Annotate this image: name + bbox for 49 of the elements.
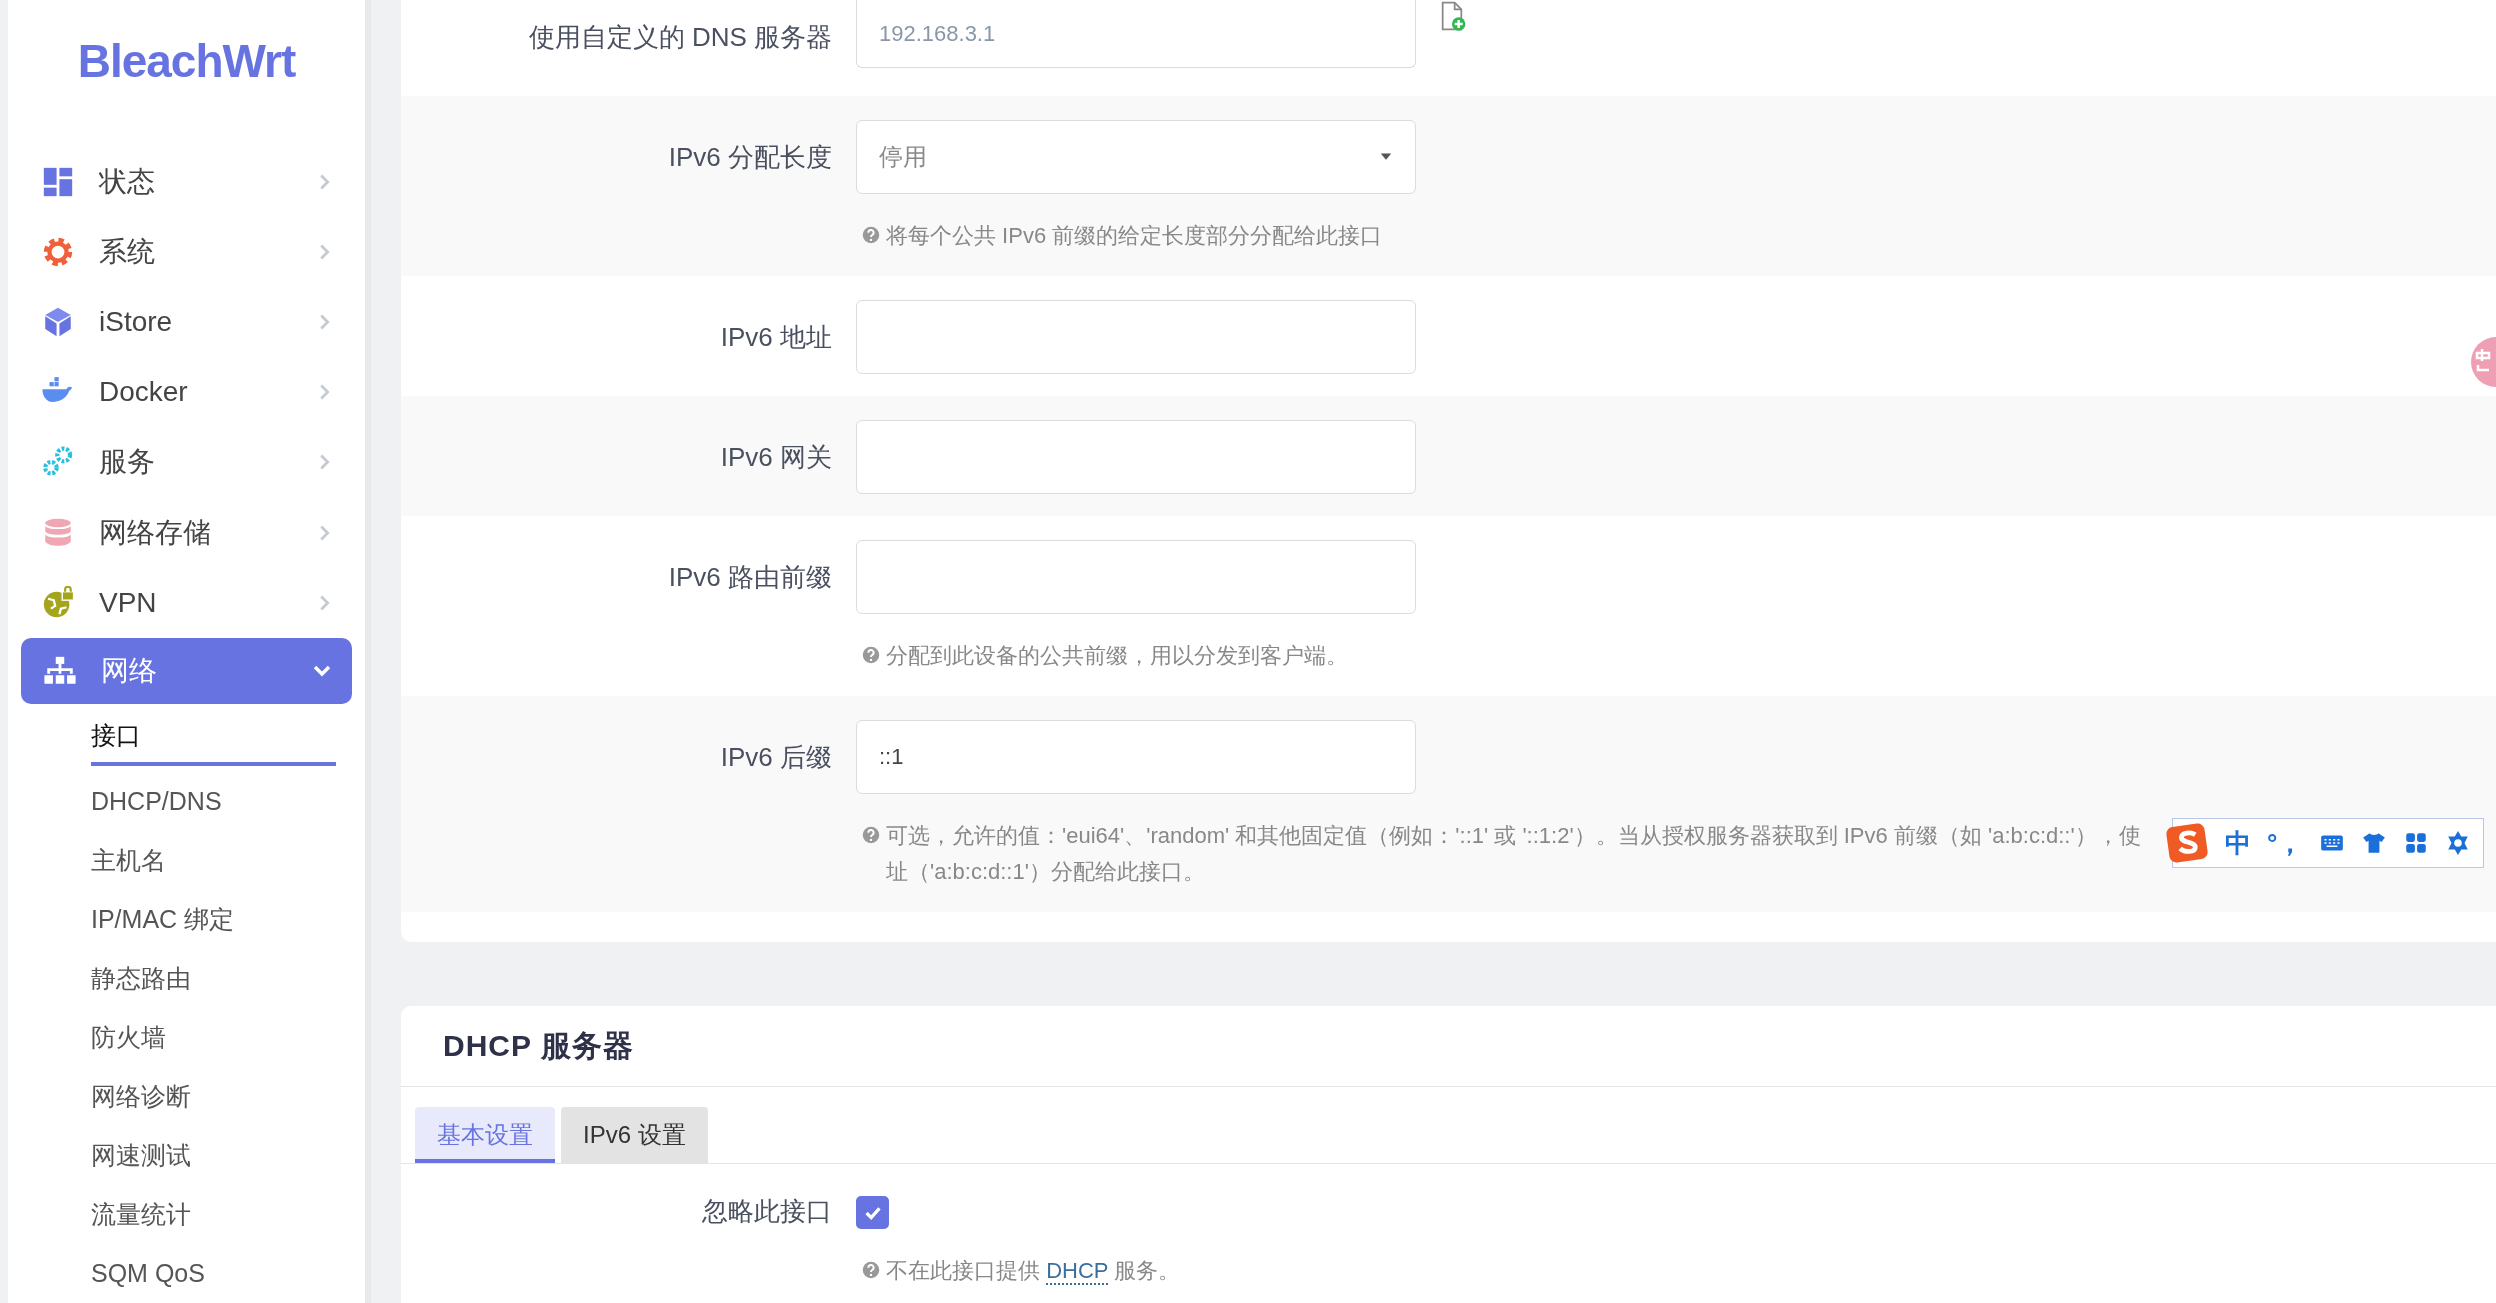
globe-icon xyxy=(41,585,75,620)
submenu-item[interactable]: 流量统计 xyxy=(91,1184,191,1244)
field-label: 使用自定义的 DNS 服务器 xyxy=(527,21,833,54)
menu-item[interactable]: 状态 xyxy=(8,147,365,218)
ime-button[interactable]: °， xyxy=(2267,825,2304,861)
input-field[interactable]: ::1 xyxy=(856,720,1416,794)
submenu-item[interactable]: 防火墙 xyxy=(91,1007,166,1067)
menu-item[interactable]: iStore xyxy=(8,287,365,358)
field-label: IPv6 路由前缀 xyxy=(667,561,833,594)
logo: BleachWrt xyxy=(77,34,296,89)
help-icon xyxy=(862,1261,880,1279)
menu-item[interactable]: VPN xyxy=(8,567,365,638)
submenu-item[interactable]: DHCP/DNS xyxy=(91,771,222,831)
submenu-item[interactable]: IP/MAC 绑定 xyxy=(91,889,235,949)
submenu-item[interactable]: 网速测试 xyxy=(91,1125,191,1185)
menu-item[interactable]: 系统 xyxy=(8,217,365,288)
tab[interactable]: IPv6 设置 xyxy=(561,1107,708,1163)
section-title: DHCP 服务器 xyxy=(401,1006,2496,1087)
input-field[interactable] xyxy=(856,420,1416,494)
field-label: 忽略此接口 xyxy=(701,1195,833,1228)
ime-button[interactable]: 中 xyxy=(2225,825,2251,861)
menu-item[interactable]: 网络存储 xyxy=(8,497,365,568)
field-label: IPv6 地址 xyxy=(719,321,833,354)
help-text: 将每个公共 IPv6 前缀的给定长度部分分配给此接口 xyxy=(886,222,1383,250)
help-text: 可选，允许的值：'eui64'、'random' 和其他固定值（例如：'::1' 或 '::1:2'）。当从授权服务器获取到 IPv6 前缀（如 'a:b:c:d::'），使 址（'a:b:c:d::1'）分配给此接口。 xyxy=(886,822,2141,886)
submenu-item[interactable]: 网络诊断 xyxy=(91,1066,191,1126)
help-icon xyxy=(862,226,880,244)
menu-item[interactable]: 服务 xyxy=(8,427,365,498)
s-logo-icon[interactable] xyxy=(2165,821,2209,865)
help-icon xyxy=(862,646,880,664)
hint-link[interactable]: DHCP xyxy=(1046,1258,1109,1285)
input-field[interactable] xyxy=(856,300,1416,374)
field-label: IPv6 分配长度 xyxy=(667,141,833,174)
submenu-item[interactable]: 主机名 xyxy=(91,830,166,890)
shirt-icon[interactable] xyxy=(2361,830,2388,856)
submenu-item[interactable]: SQM QoS xyxy=(91,1243,205,1303)
menu-item[interactable]: 网络 xyxy=(21,637,352,704)
submenu-item[interactable]: 静态路由 xyxy=(91,948,191,1008)
menu-item[interactable]: Docker xyxy=(8,357,365,428)
help-text: 不在此接口提供 DHCP 服务。 xyxy=(886,1257,1181,1287)
input-field[interactable]: 192.168.3.1 xyxy=(856,0,1416,68)
field-label: IPv6 网关 xyxy=(719,441,833,474)
checkbox[interactable] xyxy=(856,1196,889,1229)
submenu-item[interactable]: 接口 xyxy=(91,703,336,766)
help-text: 分配到此设备的公共前缀，用以分发到客户端。 xyxy=(886,642,1348,670)
help-icon xyxy=(862,826,880,844)
field-label: IPv6 后缀 xyxy=(719,741,833,774)
input-field[interactable] xyxy=(856,540,1416,614)
select-field[interactable]: 停用 xyxy=(856,120,1416,194)
